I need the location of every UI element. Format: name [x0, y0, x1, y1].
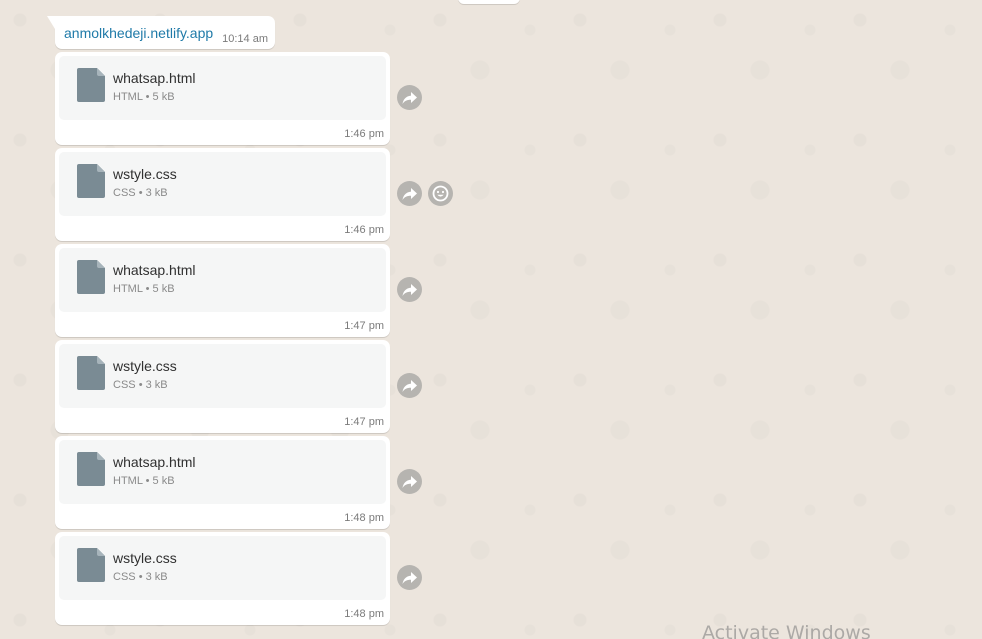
- document-meta: CSS • 3 kB: [113, 571, 168, 583]
- react-emoji-button[interactable]: [428, 181, 453, 206]
- document-size: 3 kB: [145, 379, 168, 391]
- message-timestamp: 1:46 pm: [344, 224, 384, 236]
- message-timestamp: 1:47 pm: [344, 320, 384, 332]
- document-size: 5 kB: [152, 475, 175, 487]
- document-name: wstyle.css: [113, 358, 177, 374]
- message-timestamp: 1:47 pm: [344, 416, 384, 428]
- previous-message-bubble: [458, 0, 520, 4]
- chat-messages-area[interactable]: anmolkhedeji.netlify.app 10:14 am whatsa…: [0, 0, 982, 639]
- document-type: CSS: [113, 571, 136, 583]
- document-card[interactable]: wstyle.css CSS • 3 kB: [59, 536, 386, 600]
- document-type: CSS: [113, 379, 136, 391]
- document-type: HTML: [113, 91, 143, 103]
- document-icon: [77, 548, 105, 582]
- forward-icon: [402, 476, 417, 488]
- document-icon: [77, 452, 105, 486]
- message-timestamp: 1:48 pm: [344, 608, 384, 620]
- document-type: CSS: [113, 187, 136, 199]
- document-meta: CSS • 3 kB: [113, 379, 168, 391]
- document-card[interactable]: wstyle.css CSS • 3 kB: [59, 152, 386, 216]
- document-meta: CSS • 3 kB: [113, 187, 168, 199]
- document-meta: HTML • 5 kB: [113, 91, 175, 103]
- document-name: wstyle.css: [113, 550, 177, 566]
- document-name: whatsap.html: [113, 70, 196, 86]
- meta-separator: •: [145, 475, 150, 487]
- forward-button[interactable]: [397, 181, 422, 206]
- document-name: whatsap.html: [113, 262, 196, 278]
- forward-button[interactable]: [397, 469, 422, 494]
- document-size: 3 kB: [145, 187, 168, 199]
- windows-activation-watermark: Activate Windows: [702, 622, 871, 639]
- link-message-bubble: anmolkhedeji.netlify.app 10:14 am: [47, 16, 275, 49]
- meta-separator: •: [145, 91, 150, 103]
- forward-icon: [402, 284, 417, 296]
- document-card[interactable]: whatsap.html HTML • 5 kB: [59, 440, 386, 504]
- forward-button[interactable]: [397, 373, 422, 398]
- document-message: whatsap.html HTML • 5 kB 1:47 pm: [55, 244, 390, 337]
- message-timestamp: 1:48 pm: [344, 512, 384, 524]
- forward-button[interactable]: [397, 277, 422, 302]
- document-name: wstyle.css: [113, 166, 177, 182]
- document-card[interactable]: whatsap.html HTML • 5 kB: [59, 248, 386, 312]
- document-message: wstyle.css CSS • 3 kB 1:46 pm: [55, 148, 390, 241]
- message-timestamp: 1:46 pm: [344, 128, 384, 140]
- forward-button[interactable]: [397, 565, 422, 590]
- document-meta: HTML • 5 kB: [113, 283, 175, 295]
- message-timestamp: 10:14 am: [222, 33, 268, 45]
- document-card[interactable]: whatsap.html HTML • 5 kB: [59, 56, 386, 120]
- document-size: 5 kB: [152, 283, 175, 295]
- document-type: HTML: [113, 283, 143, 295]
- emoji-icon: [432, 185, 449, 202]
- document-message: whatsap.html HTML • 5 kB 1:48 pm: [55, 436, 390, 529]
- document-size: 3 kB: [145, 571, 168, 583]
- document-size: 5 kB: [152, 91, 175, 103]
- forward-icon: [402, 572, 417, 584]
- document-icon: [77, 68, 105, 102]
- document-type: HTML: [113, 475, 143, 487]
- meta-separator: •: [138, 379, 143, 391]
- forward-icon: [402, 188, 417, 200]
- document-icon: [77, 356, 105, 390]
- document-card[interactable]: wstyle.css CSS • 3 kB: [59, 344, 386, 408]
- meta-separator: •: [138, 187, 143, 199]
- document-message: wstyle.css CSS • 3 kB 1:47 pm: [55, 340, 390, 433]
- document-message: whatsap.html HTML • 5 kB 1:46 pm: [55, 52, 390, 145]
- document-name: whatsap.html: [113, 454, 196, 470]
- message-link[interactable]: anmolkhedeji.netlify.app: [64, 25, 213, 41]
- meta-separator: •: [145, 283, 150, 295]
- document-message: wstyle.css CSS • 3 kB 1:48 pm: [55, 532, 390, 625]
- forward-icon: [402, 380, 417, 392]
- document-meta: HTML • 5 kB: [113, 475, 175, 487]
- document-icon: [77, 260, 105, 294]
- document-icon: [77, 164, 105, 198]
- forward-button[interactable]: [397, 85, 422, 110]
- forward-icon: [402, 92, 417, 104]
- meta-separator: •: [138, 571, 143, 583]
